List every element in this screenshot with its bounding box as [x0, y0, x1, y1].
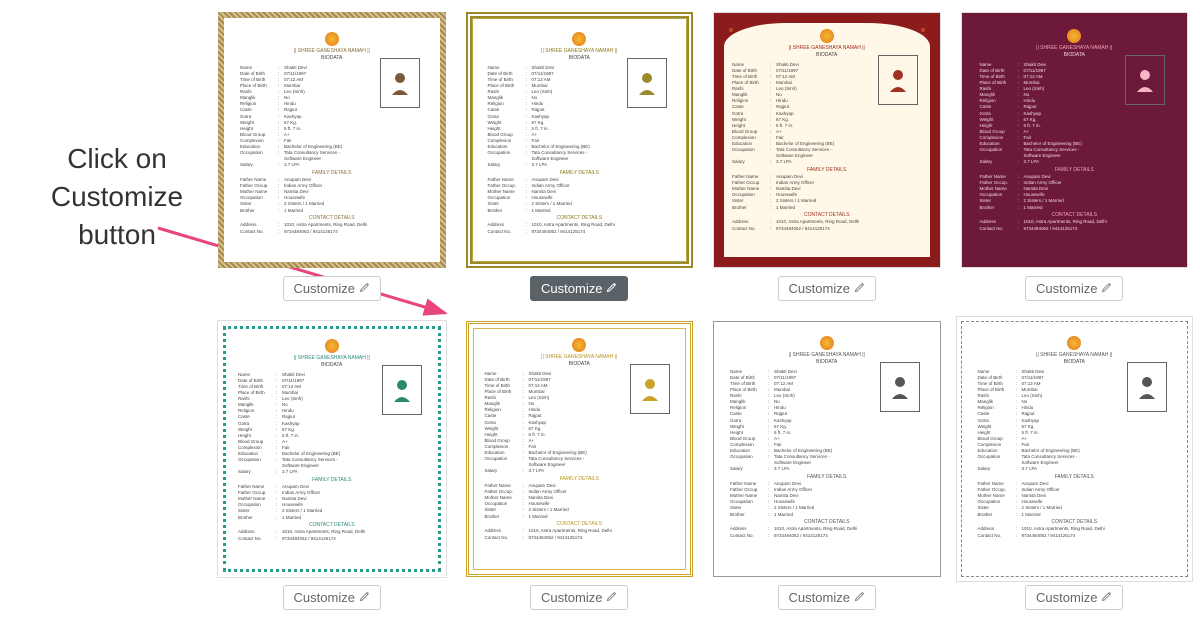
edit-icon — [606, 590, 617, 605]
photo-placeholder — [627, 58, 667, 108]
section-contact-heading: CONTACT DETAILS — [238, 522, 426, 528]
template-card: || SHREE GANESHAYA NAMAH || BIODATA Name… — [713, 321, 941, 610]
photo-placeholder — [382, 365, 422, 415]
customize-label: Customize — [789, 281, 850, 296]
contact-details: Address:1010, Astra Apartments, Ring Roa… — [730, 526, 924, 538]
section-contact-heading: CONTACT DETAILS — [730, 519, 924, 525]
customize-button[interactable]: Customize — [1025, 585, 1123, 610]
contact-details: Address:1010, Astra Apartments, Ring Roa… — [238, 529, 426, 541]
photo-placeholder — [1127, 362, 1167, 412]
family-details: Father Name:Anupam DeviFather Occup.:Ind… — [978, 481, 1172, 517]
section-contact-heading: CONTACT DETAILS — [240, 215, 424, 221]
section-family-heading: FAMILY DETAILS — [980, 167, 1170, 173]
edit-icon — [359, 281, 370, 296]
family-details: Father Name:Anupam DeviFather Occup.:Ind… — [980, 174, 1170, 210]
photo-placeholder — [630, 364, 670, 414]
ganesha-icon — [572, 32, 586, 46]
contact-details: Address:1010, Astra Apartments, Ring Roa… — [240, 222, 424, 234]
section-contact-heading: CONTACT DETAILS — [488, 215, 672, 221]
customize-label: Customize — [541, 590, 602, 605]
customize-label: Customize — [294, 590, 355, 605]
family-details: Father Name:Anupam DeviFather Occup.:Ind… — [240, 177, 424, 213]
photo-placeholder — [878, 55, 918, 105]
photo-placeholder — [880, 362, 920, 412]
template-card: || SHREE GANESHAYA NAMAH || BIODATA Name… — [713, 12, 941, 301]
customize-button[interactable]: Customize — [283, 585, 381, 610]
customize-label: Customize — [789, 590, 850, 605]
instruction-text: Click on Customize button — [32, 140, 202, 253]
customize-button[interactable]: Customize — [1025, 276, 1123, 301]
customize-button[interactable]: Customize — [778, 276, 876, 301]
contact-details: Address:1010, Astra Apartments, Ring Roa… — [485, 528, 675, 540]
section-family-heading: FAMILY DETAILS — [485, 476, 675, 482]
biodata-template[interactable]: || SHREE GANESHAYA NAMAH || BIODATA Name… — [218, 12, 446, 268]
edit-icon — [854, 281, 865, 296]
family-details: Father Name:Anupam DeviFather Occup.:Ind… — [238, 484, 426, 520]
biodata-template[interactable]: || SHREE GANESHAYA NAMAH || BIODATA Name… — [961, 321, 1189, 577]
section-contact-heading: CONTACT DETAILS — [978, 519, 1172, 525]
ganesha-icon — [325, 339, 339, 353]
ganesha-icon — [572, 338, 586, 352]
ganesha-icon — [820, 29, 834, 43]
ganesha-icon — [820, 336, 834, 350]
edit-icon — [854, 590, 865, 605]
family-details: Father Name:Anupam DeviFather Occup.:Ind… — [732, 174, 922, 210]
family-details: Father Name:Anupam DeviFather Occup.:Ind… — [730, 481, 924, 517]
photo-placeholder — [380, 58, 420, 108]
section-family-heading: FAMILY DETAILS — [978, 474, 1172, 480]
edit-icon — [606, 281, 617, 296]
customize-label: Customize — [294, 281, 355, 296]
section-family-heading: FAMILY DETAILS — [730, 474, 924, 480]
biodata-template[interactable]: || SHREE GANESHAYA NAMAH || BIODATA Name… — [961, 12, 1189, 268]
template-card: || SHREE GANESHAYA NAMAH || BIODATA Name… — [466, 321, 694, 610]
ganesha-icon — [1067, 29, 1081, 43]
biodata-template[interactable]: || SHREE GANESHAYA NAMAH || BIODATA Name… — [466, 321, 694, 577]
customize-button[interactable]: Customize — [283, 276, 381, 301]
template-card: || SHREE GANESHAYA NAMAH || BIODATA Name… — [218, 321, 446, 610]
template-card: || SHREE GANESHAYA NAMAH || BIODATA Name… — [466, 12, 694, 301]
family-details: Father Name:Anupam DeviFather Occup.:Ind… — [485, 483, 675, 519]
customize-label: Customize — [1036, 590, 1097, 605]
customize-button[interactable]: Customize — [778, 585, 876, 610]
contact-details: Address:1010, Astra Apartments, Ring Roa… — [488, 222, 672, 234]
section-family-heading: FAMILY DETAILS — [488, 170, 672, 176]
edit-icon — [359, 590, 370, 605]
family-details: Father Name:Anupam DeviFather Occup.:Ind… — [488, 177, 672, 213]
biodata-template[interactable]: || SHREE GANESHAYA NAMAH || BIODATA Name… — [218, 321, 446, 577]
photo-placeholder — [1125, 55, 1165, 105]
biodata-template[interactable]: || SHREE GANESHAYA NAMAH || BIODATA Name… — [713, 12, 941, 268]
edit-icon — [1101, 590, 1112, 605]
section-contact-heading: CONTACT DETAILS — [732, 212, 922, 218]
section-family-heading: FAMILY DETAILS — [238, 477, 426, 483]
template-card: || SHREE GANESHAYA NAMAH || BIODATA Name… — [961, 321, 1189, 610]
contact-details: Address:1010, Astra Apartments, Ring Roa… — [978, 526, 1172, 538]
customize-label: Customize — [541, 281, 602, 296]
contact-details: Address:1010, Astra Apartments, Ring Roa… — [732, 219, 922, 231]
section-contact-heading: CONTACT DETAILS — [485, 521, 675, 527]
section-family-heading: FAMILY DETAILS — [732, 167, 922, 173]
ganesha-icon — [325, 32, 339, 46]
biodata-template[interactable]: || SHREE GANESHAYA NAMAH || BIODATA Name… — [713, 321, 941, 577]
customize-button[interactable]: Customize — [530, 276, 628, 301]
template-card: || SHREE GANESHAYA NAMAH || BIODATA Name… — [218, 12, 446, 301]
ganesha-icon — [1067, 336, 1081, 350]
edit-icon — [1101, 281, 1112, 296]
biodata-template[interactable]: || SHREE GANESHAYA NAMAH || BIODATA Name… — [466, 12, 694, 268]
template-card: || SHREE GANESHAYA NAMAH || BIODATA Name… — [961, 12, 1189, 301]
customize-button[interactable]: Customize — [530, 585, 628, 610]
section-family-heading: FAMILY DETAILS — [240, 170, 424, 176]
customize-label: Customize — [1036, 281, 1097, 296]
contact-details: Address:1010, Astra Apartments, Ring Roa… — [980, 219, 1170, 231]
section-contact-heading: CONTACT DETAILS — [980, 212, 1170, 218]
